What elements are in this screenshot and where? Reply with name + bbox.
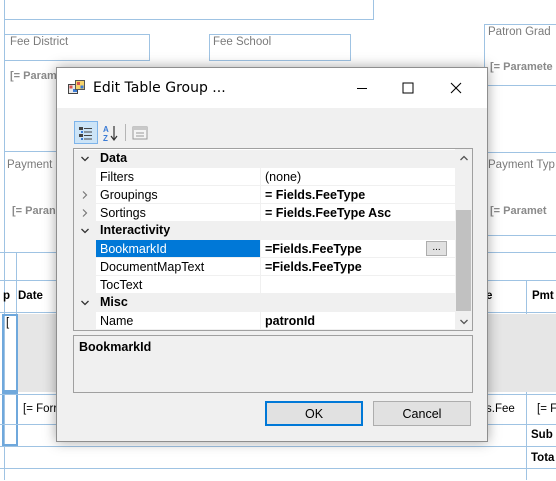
categorized-icon bbox=[79, 126, 92, 140]
maximize-icon bbox=[402, 82, 414, 94]
report-textbox-top[interactable] bbox=[4, 0, 374, 20]
scroll-up-button[interactable] bbox=[455, 149, 472, 166]
minimize-icon bbox=[357, 88, 367, 89]
total-label: Tota bbox=[531, 452, 555, 464]
dialog-title: Edit Table Group ... bbox=[93, 80, 226, 96]
property-value[interactable]: = Fields.FeeType bbox=[261, 186, 455, 204]
payment-param: [= Paran bbox=[12, 205, 56, 217]
property-name: BookmarkId bbox=[96, 240, 261, 258]
property-row-bookmarkid[interactable]: BookmarkId =Fields.FeeType bbox=[74, 240, 455, 258]
ellipsis-label: ... bbox=[432, 242, 441, 253]
property-value[interactable]: patronId bbox=[261, 312, 455, 330]
property-row-toctext[interactable]: TocText bbox=[74, 276, 455, 294]
category-label: Interactivity bbox=[100, 223, 171, 237]
expand-chevron-icon[interactable] bbox=[78, 205, 92, 221]
payment-type-param: [= Paramet bbox=[490, 205, 547, 217]
property-description-pane: BookmarkId bbox=[73, 335, 473, 393]
svg-text:A: A bbox=[103, 125, 109, 134]
dialog-titlebar[interactable]: Edit Table Group ... bbox=[57, 68, 487, 108]
close-button[interactable] bbox=[433, 68, 479, 108]
edit-table-group-dialog: Edit Table Group ... A Z Data Filters (n… bbox=[56, 67, 488, 442]
property-grid[interactable]: Data Filters (none) Groupings = Fields.F… bbox=[73, 148, 473, 331]
category-interactivity[interactable]: Interactivity bbox=[74, 222, 455, 240]
collapse-chevron-icon[interactable] bbox=[78, 151, 92, 167]
svg-text:Z: Z bbox=[103, 134, 108, 142]
payment-type-label: Payment Typ bbox=[488, 159, 555, 171]
property-value[interactable]: (none) bbox=[261, 168, 455, 186]
fee-district-label: Fee District bbox=[10, 36, 69, 48]
scroll-thumb[interactable] bbox=[456, 210, 471, 311]
property-row-documentmaptext[interactable]: DocumentMapText =Fields.FeeType bbox=[74, 258, 455, 276]
property-name: TocText bbox=[96, 276, 261, 294]
close-icon bbox=[450, 82, 462, 94]
property-row-groupings[interactable]: Groupings = Fields.FeeType bbox=[74, 186, 455, 204]
category-label: Data bbox=[100, 151, 128, 165]
payment-label: Payment bbox=[7, 159, 53, 171]
cancel-button[interactable]: Cancel bbox=[373, 401, 471, 426]
table-header-pmt: Pmt bbox=[532, 290, 554, 302]
ok-button[interactable]: OK bbox=[265, 401, 363, 426]
property-name: Groupings bbox=[96, 186, 261, 204]
property-name: Name bbox=[96, 312, 261, 330]
property-name: Sortings bbox=[96, 204, 261, 222]
fields-fee-cell: s.Fee bbox=[486, 403, 515, 415]
patron-grade-label: Patron Grad bbox=[488, 26, 551, 38]
table-header-p: p bbox=[3, 290, 11, 302]
minimize-button[interactable] bbox=[339, 68, 385, 108]
description-title: BookmarkId bbox=[79, 340, 152, 354]
category-misc[interactable]: Misc bbox=[74, 294, 455, 312]
property-name: Filters bbox=[96, 168, 261, 186]
property-row-filters[interactable]: Filters (none) bbox=[74, 168, 455, 186]
expand-chevron-icon[interactable] bbox=[78, 187, 92, 203]
chevron-up-icon bbox=[459, 155, 468, 160]
scroll-down-button[interactable] bbox=[455, 313, 472, 330]
fields-left-cell: [= Forr bbox=[23, 403, 58, 415]
property-pages-button[interactable] bbox=[128, 121, 152, 144]
property-pages-icon bbox=[132, 126, 148, 139]
collapse-chevron-icon[interactable] bbox=[78, 223, 92, 239]
property-value[interactable] bbox=[261, 276, 455, 294]
fee-district-param: [= Parame bbox=[10, 70, 63, 82]
categorized-button[interactable] bbox=[74, 121, 98, 144]
chevron-down-icon bbox=[459, 319, 468, 324]
fields-right-cell: [= F bbox=[537, 403, 556, 415]
collapse-chevron-icon[interactable] bbox=[78, 295, 92, 311]
fee-school-label: Fee School bbox=[213, 36, 272, 48]
property-value[interactable]: =Fields.FeeType bbox=[261, 258, 455, 276]
maximize-button[interactable] bbox=[385, 68, 431, 108]
category-label: Misc bbox=[100, 295, 128, 309]
subtotal-label: Sub bbox=[531, 429, 553, 441]
property-row-name[interactable]: Name patronId bbox=[74, 312, 455, 330]
alphabetical-button[interactable]: A Z bbox=[99, 121, 123, 144]
table-header-date: Date bbox=[18, 290, 43, 302]
property-grid-scrollbar[interactable] bbox=[455, 149, 472, 330]
property-value[interactable]: = Fields.FeeType Asc bbox=[261, 204, 455, 222]
ellipsis-button[interactable]: ... bbox=[426, 241, 447, 256]
category-data[interactable]: Data bbox=[74, 150, 455, 168]
patron-grade-param: [= Paramete bbox=[490, 61, 553, 73]
property-row-sortings[interactable]: Sortings = Fields.FeeType Asc bbox=[74, 204, 455, 222]
app-icon bbox=[68, 80, 85, 94]
property-name: DocumentMapText bbox=[96, 258, 261, 276]
sort-az-icon: A Z bbox=[103, 125, 118, 142]
